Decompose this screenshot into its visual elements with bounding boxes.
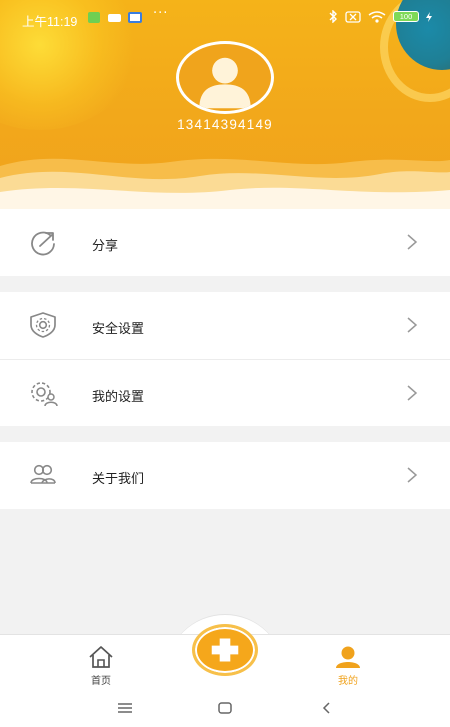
chevron-right-icon	[406, 316, 418, 334]
profile-header: 上午11:19 ··· 100 13414394149	[0, 0, 450, 210]
shield-icon	[28, 311, 58, 339]
nav-tab-mine[interactable]: 我的	[318, 645, 378, 687]
system-navigation-bar	[0, 690, 450, 727]
menu-group-settings: 安全设置 我的设置	[0, 292, 450, 426]
nav-label-home: 首页	[91, 676, 111, 687]
users-icon	[28, 461, 58, 489]
sim-off-icon	[345, 10, 361, 23]
menu-item-share[interactable]: 分享	[0, 209, 450, 276]
share-icon	[28, 228, 58, 256]
back-icon[interactable]	[318, 699, 336, 717]
plus-icon	[211, 638, 239, 662]
menu-item-about-us[interactable]: 关于我们	[0, 442, 450, 509]
wifi-icon	[368, 10, 386, 23]
status-overflow: ···	[153, 6, 169, 21]
chevron-right-icon	[406, 466, 418, 484]
home-square-icon[interactable]	[216, 699, 234, 717]
add-button[interactable]	[192, 624, 258, 676]
user-gear-icon	[28, 379, 58, 407]
menu-label-share: 分享	[92, 239, 119, 254]
bluetooth-icon	[329, 10, 337, 23]
status-bar: 上午11:19 ··· 100	[0, 0, 450, 36]
menu-label-about-us: 关于我们	[92, 472, 145, 487]
header-wave-decoration	[0, 158, 450, 210]
app-icon	[128, 12, 142, 23]
menu-group-share: 分享	[0, 209, 450, 276]
battery-icon: 100	[393, 11, 419, 22]
menu-label-security-settings: 安全设置	[92, 322, 145, 337]
message-icon	[108, 14, 121, 22]
user-phone: 13414394149	[177, 117, 273, 132]
sim-badge-icon	[88, 12, 100, 23]
menu-icon[interactable]	[116, 699, 134, 717]
user-icon	[334, 645, 362, 669]
home-icon	[87, 645, 115, 669]
charging-icon	[426, 11, 432, 22]
chevron-right-icon	[406, 233, 418, 251]
menu-group-about: 关于我们	[0, 442, 450, 509]
chevron-right-icon	[406, 384, 418, 402]
menu-item-my-settings[interactable]: 我的设置	[0, 359, 450, 426]
nav-tab-home[interactable]: 首页	[71, 645, 131, 687]
status-time: 上午11:19	[22, 15, 78, 29]
menu-label-my-settings: 我的设置	[92, 390, 145, 405]
user-avatar-icon[interactable]	[176, 41, 274, 114]
nav-label-mine: 我的	[338, 676, 358, 687]
menu-item-security-settings[interactable]: 安全设置	[0, 292, 450, 359]
